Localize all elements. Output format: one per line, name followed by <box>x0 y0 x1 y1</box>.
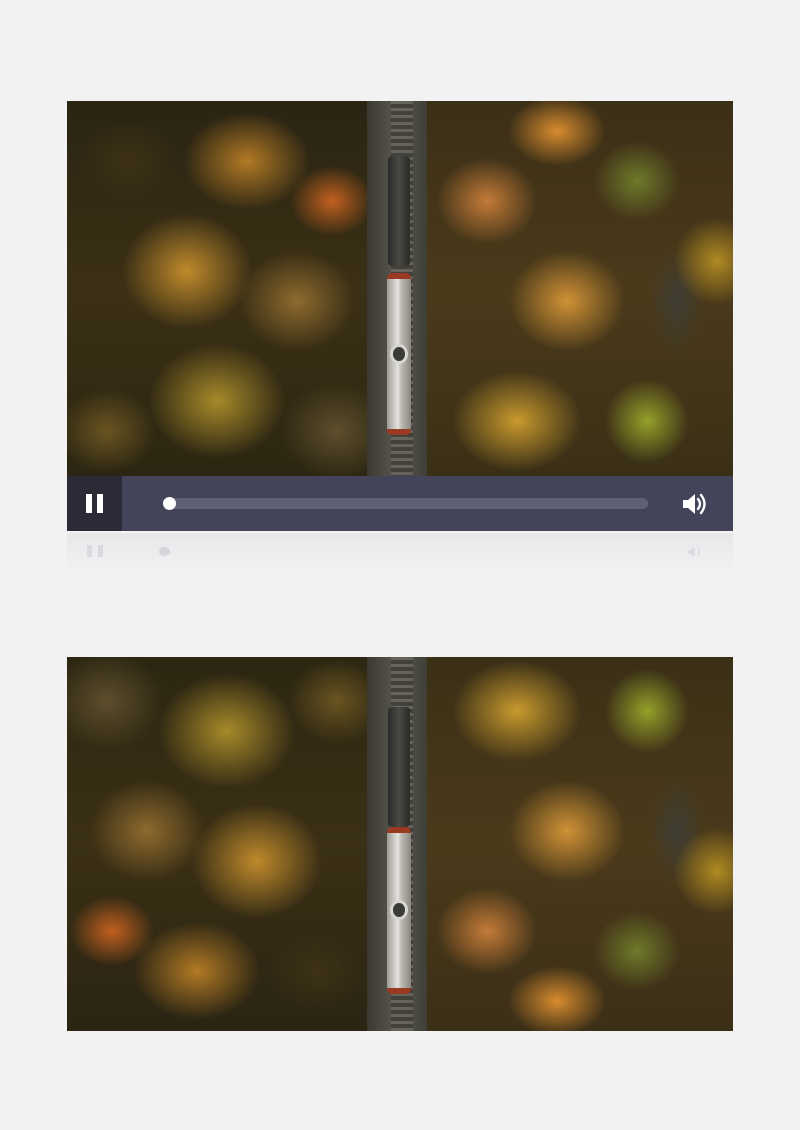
progress-thumb-reflection <box>159 547 170 556</box>
tank-car <box>387 273 411 435</box>
forest-left <box>67 101 387 476</box>
aerial-forest-scene <box>67 657 733 1031</box>
progress-thumb[interactable] <box>163 497 176 510</box>
pause-icon-reflection <box>87 545 103 557</box>
control-bar-reflection <box>67 533 733 573</box>
locomotive <box>388 707 410 827</box>
progress-bar[interactable] <box>163 497 648 510</box>
volume-icon-reflection <box>688 547 700 557</box>
video-controls <box>67 476 733 531</box>
volume-button[interactable] <box>679 490 709 518</box>
tank-car <box>387 827 411 994</box>
video-frame[interactable] <box>67 101 733 476</box>
locomotive <box>388 156 410 266</box>
pause-icon <box>86 494 103 513</box>
aerial-forest-scene <box>67 101 733 476</box>
forest-left <box>67 657 377 1031</box>
volume-icon <box>683 493 706 515</box>
pause-button[interactable] <box>67 476 122 531</box>
video-frame[interactable] <box>67 657 733 1031</box>
forest-right <box>427 101 733 476</box>
forest-right <box>427 657 733 1031</box>
